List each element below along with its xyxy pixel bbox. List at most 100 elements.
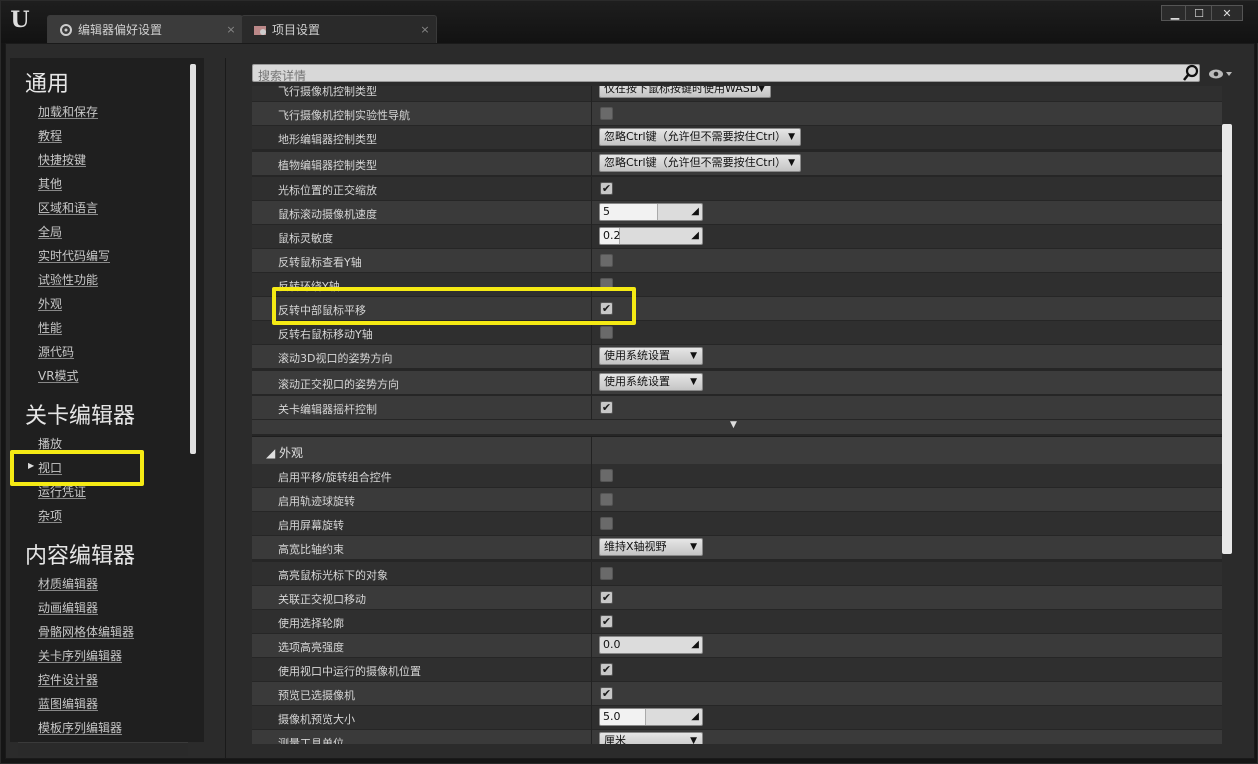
chevron-down-icon: ▼ xyxy=(690,736,697,744)
sidebar-item-animation-editor[interactable]: 动画编辑器 xyxy=(38,599,98,616)
tab-project-settings[interactable]: 项目设置 × xyxy=(241,15,437,43)
spinbox-value: 5.0 xyxy=(603,710,621,723)
project-settings-icon xyxy=(252,22,268,38)
chevron-down-icon: ▼ xyxy=(788,158,795,168)
setting-checkbox[interactable] xyxy=(600,326,613,339)
setting-checkbox-checked[interactable]: ✔ xyxy=(600,182,613,195)
close-icon[interactable]: × xyxy=(418,23,432,36)
setting-row: 关联正交视口移动 ✔ xyxy=(252,586,1222,610)
sidebar-item-experimental[interactable]: 试验性功能 xyxy=(38,271,98,288)
sidebar-item-widget-designer[interactable]: 控件设计器 xyxy=(38,671,98,688)
sidebar-scrollbar[interactable] xyxy=(190,64,196,454)
sidebar-item-shortcuts[interactable]: 快捷按键 xyxy=(38,151,86,168)
scroll-gesture-3d-dropdown[interactable]: 使用系统设置 ▼ xyxy=(599,347,703,365)
sidebar-item-performance[interactable]: 性能 xyxy=(38,319,62,336)
setting-checkbox-checked[interactable]: ✔ xyxy=(600,591,613,604)
sidebar-item-region-language[interactable]: 区域和语言 xyxy=(38,199,98,216)
sidebar-item-other[interactable]: 其他 xyxy=(38,175,62,192)
setting-row: 地形编辑器控制类型 忽略Ctrl键（允许但不需要按住Ctrl） ▼ xyxy=(252,126,1222,150)
setting-row: 启用轨迹球旋转 xyxy=(252,488,1222,512)
sidebar-item-load-save[interactable]: 加载和保存 xyxy=(38,103,98,120)
setting-row: 飞行摄像机控制实验性导航 xyxy=(252,102,1222,126)
sidebar-item-global[interactable]: 全局 xyxy=(38,223,62,240)
tab-editor-preferences[interactable]: 编辑器偏好设置 × xyxy=(47,15,243,43)
setting-checkbox-checked[interactable]: ✔ xyxy=(600,687,613,700)
section-title-content-editors: 内容编辑器 xyxy=(25,544,136,569)
setting-checkbox-checked[interactable]: ✔ xyxy=(600,401,613,414)
foliage-control-dropdown[interactable]: 忽略Ctrl键（允许但不需要按住Ctrl） ▼ xyxy=(599,154,801,172)
visibility-options-icon[interactable] xyxy=(1208,68,1234,80)
details-panel: 飞行摄像机控制类型 仅在按下鼠标按键时使用WASD ▼ 飞行摄像机控制实验性导航 … xyxy=(252,86,1222,744)
sidebar-item-source-code[interactable]: 源代码 xyxy=(38,343,74,360)
tab-label: 项目设置 xyxy=(272,23,321,37)
mouse-sensitivity-spinbox[interactable]: 0.2 ◢ xyxy=(599,227,703,245)
measuring-units-dropdown[interactable]: 厘米 ▼ xyxy=(599,732,703,744)
highlight-box-invert-middle-pan xyxy=(272,287,636,325)
camera-preview-size-spinbox[interactable]: 5.0 ◢ xyxy=(599,708,703,726)
maximize-button[interactable]: ☐ xyxy=(1185,5,1213,21)
preferences-icon xyxy=(58,22,74,38)
highlight-intensity-spinbox[interactable]: 0.0 ◢ xyxy=(599,636,703,654)
setting-checkbox-checked[interactable]: ✔ xyxy=(600,663,613,676)
setting-row: 测量工具单位 厘米 ▼ xyxy=(252,730,1222,744)
setting-checkbox[interactable] xyxy=(600,254,613,267)
resize-icon: ◢ xyxy=(691,230,699,241)
setting-label: 摄像机预览大小 xyxy=(278,713,355,726)
dropdown-value: 忽略Ctrl键（允许但不需要按住Ctrl） xyxy=(604,156,787,169)
sidebar-item-vr-mode[interactable]: VR模式 xyxy=(38,367,79,384)
pane-divider[interactable] xyxy=(225,58,226,758)
close-window-button[interactable]: ✕ xyxy=(1211,5,1243,21)
chevron-down-icon: ▼ xyxy=(690,542,697,552)
aspect-ratio-axis-dropdown[interactable]: 维持X轴视野 ▼ xyxy=(599,538,703,556)
search-input[interactable] xyxy=(253,68,1173,84)
landscape-control-dropdown[interactable]: 忽略Ctrl键（允许但不需要按住Ctrl） ▼ xyxy=(599,128,801,146)
sidebar-item-level-sequence-editor[interactable]: 关卡序列编辑器 xyxy=(38,647,122,664)
setting-label: 滚动3D视口的姿势方向 xyxy=(278,352,393,365)
setting-checkbox[interactable] xyxy=(600,107,613,120)
chevron-down-icon: ▼ xyxy=(758,86,765,94)
setting-row: 启用屏幕旋转 xyxy=(252,512,1222,536)
setting-row: 植物编辑器控制类型 忽略Ctrl键（允许但不需要按住Ctrl） ▼ xyxy=(252,152,1222,176)
setting-label: 启用平移/旋转组合控件 xyxy=(278,471,392,484)
setting-checkbox[interactable] xyxy=(600,493,613,506)
setting-checkbox-checked[interactable]: ✔ xyxy=(600,615,613,628)
dropdown-value: 仅在按下鼠标按键时使用WASD xyxy=(604,86,759,95)
setting-label: 高亮鼠标光标下的对象 xyxy=(278,569,388,582)
search-icon[interactable] xyxy=(1182,64,1200,82)
setting-checkbox[interactable] xyxy=(600,469,613,482)
setting-label: 预览已选摄像机 xyxy=(278,689,355,702)
setting-label: 鼠标滚动摄像机速度 xyxy=(278,208,377,221)
close-icon[interactable]: × xyxy=(224,23,238,36)
setting-row: 高宽比轴约束 维持X轴视野 ▼ xyxy=(252,536,1222,560)
sidebar-item-skeletal-mesh-editor[interactable]: 骨骼网格体编辑器 xyxy=(38,623,134,640)
setting-checkbox[interactable] xyxy=(600,567,613,580)
setting-row: 滚动3D视口的姿势方向 使用系统设置 ▼ xyxy=(252,345,1222,369)
dropdown-value: 使用系统设置 xyxy=(604,375,670,388)
camera-speed-spinbox[interactable]: 5 ◢ xyxy=(599,203,703,221)
sidebar-item-blueprint-editor[interactable]: 蓝图编辑器 xyxy=(38,695,98,712)
category-header-appearance[interactable]: ◢ 外观 xyxy=(252,436,1222,465)
advanced-expander[interactable]: ▼ xyxy=(252,420,1222,434)
scroll-gesture-ortho-dropdown[interactable]: 使用系统设置 ▼ xyxy=(599,373,703,391)
category-label: ◢ 外观 xyxy=(266,446,304,460)
sidebar-item-material-editor[interactable]: 材质编辑器 xyxy=(38,575,98,592)
setting-label: 启用轨迹球旋转 xyxy=(278,495,355,508)
flight-camera-control-dropdown[interactable]: 仅在按下鼠标按键时使用WASD ▼ xyxy=(599,86,771,98)
tab-label: 编辑器偏好设置 xyxy=(78,23,163,37)
setting-row: 启用平移/旋转组合控件 xyxy=(252,464,1222,488)
sidebar-item-tutorials[interactable]: 教程 xyxy=(38,127,62,144)
sidebar-item-template-sequence-editor[interactable]: 模板序列编辑器 xyxy=(38,719,122,736)
details-scrollbar[interactable] xyxy=(1222,124,1232,554)
setting-label: 反转右鼠标移动Y轴 xyxy=(278,328,373,341)
sidebar: 通用 加载和保存 教程 快捷按键 其他 区域和语言 全局 实时代码编写 试验性功… xyxy=(10,58,204,756)
sidebar-item-misc[interactable]: 杂项 xyxy=(38,507,62,524)
setting-checkbox[interactable] xyxy=(600,517,613,530)
setting-row: 鼠标灵敏度 0.2 ◢ xyxy=(252,225,1222,249)
sidebar-item-live-coding[interactable]: 实时代码编写 xyxy=(38,247,110,264)
chevron-down-icon: ▼ xyxy=(788,132,795,142)
setting-label: 飞行摄像机控制类型 xyxy=(278,86,377,98)
chevron-down-icon: ▼ xyxy=(690,377,697,387)
setting-row: 鼠标滚动摄像机速度 5 ◢ xyxy=(252,201,1222,225)
setting-row: 摄像机预览大小 5.0 ◢ xyxy=(252,706,1222,730)
sidebar-item-appearance[interactable]: 外观 xyxy=(38,295,62,312)
